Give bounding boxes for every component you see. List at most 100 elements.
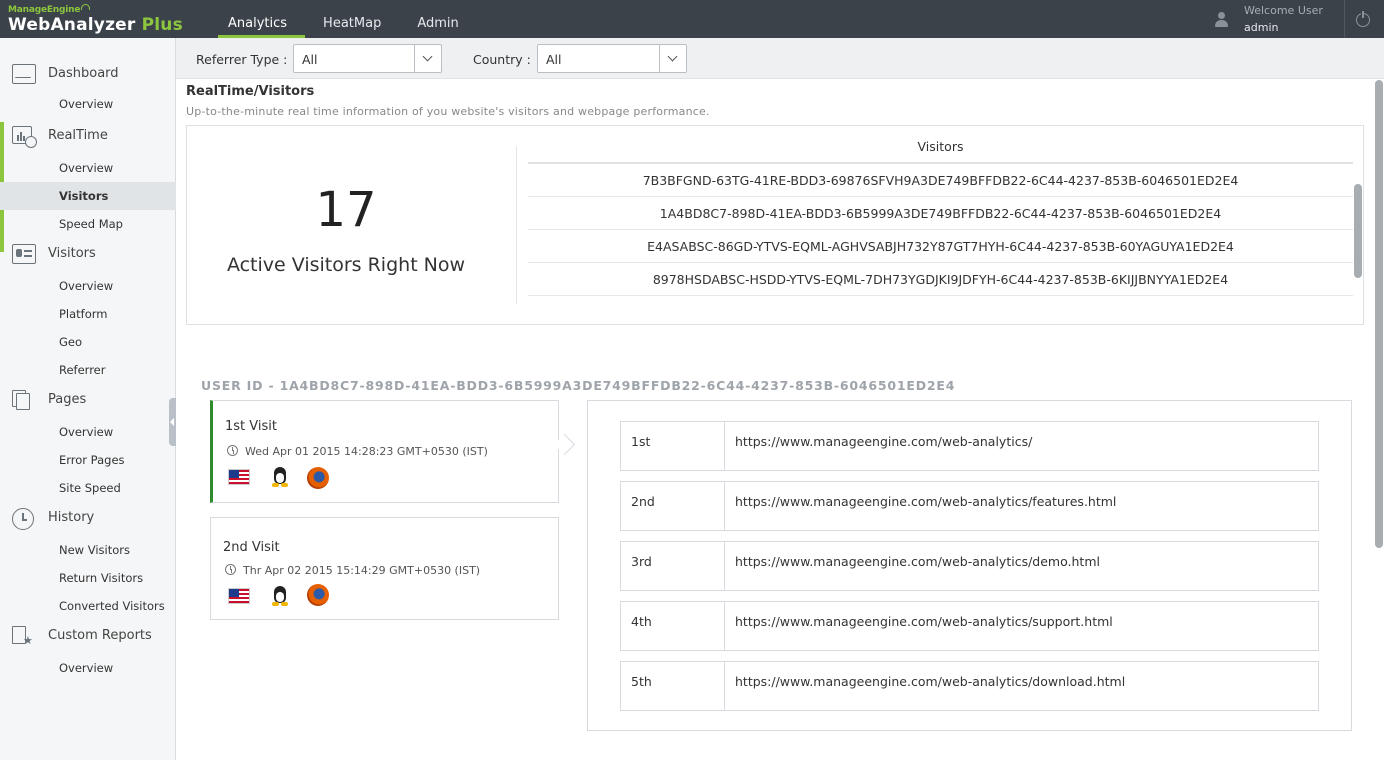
page-url[interactable]: https://www.manageengine.com/web-analyti… xyxy=(735,542,1100,582)
sidebar-item-dashboard[interactable]: Dashboard xyxy=(0,60,176,90)
page-url[interactable]: https://www.manageengine.com/web-analyti… xyxy=(735,482,1116,522)
linux-icon xyxy=(271,586,289,606)
visitor-row[interactable]: E4ASABSC-86GD-YTVS-EQML-AGHVSABJH732Y87G… xyxy=(528,230,1353,263)
firefox-icon xyxy=(307,467,329,489)
page-subtitle: Up-to-the-minute real time information o… xyxy=(186,105,710,118)
product-name: WebAnalyzer Plus xyxy=(8,15,183,35)
visit-card-1[interactable]: 1st Visit Wed Apr 01 2015 14:28:23 GMT+0… xyxy=(210,400,559,503)
sidebar-subitem-realtime-overview[interactable]: Overview xyxy=(0,154,176,182)
sidebar-section-pages: Pages Overview Error Pages Site Speed xyxy=(0,386,176,502)
sidebar-subitem-visitors-overview[interactable]: Overview xyxy=(0,272,176,300)
sidebar-item-pages[interactable]: Pages xyxy=(0,386,176,416)
sidebar-subitem-geo[interactable]: Geo xyxy=(0,328,176,356)
sidebar-subitem-platform[interactable]: Platform xyxy=(0,300,176,328)
visit-card-2[interactable]: 2nd Visit Thr Apr 02 2015 15:14:29 GMT+0… xyxy=(210,517,559,620)
visit-title: 1st Visit xyxy=(225,419,277,434)
sidebar-subitem-dashboard-overview[interactable]: Overview xyxy=(0,90,176,118)
page-order: 1st xyxy=(621,422,725,470)
visited-pages-panel: 1st https://www.manageengine.com/web-ana… xyxy=(587,400,1352,731)
page-row[interactable]: 5th https://www.manageengine.com/web-ana… xyxy=(620,661,1319,711)
history-icon xyxy=(12,508,34,530)
top-bar: ManageEngine WebAnalyzer Plus Analytics … xyxy=(0,0,1384,38)
page-url[interactable]: https://www.manageengine.com/web-analyti… xyxy=(735,422,1032,462)
visit-title: 2nd Visit xyxy=(223,540,280,555)
sidebar-item-visitors[interactable]: Visitors xyxy=(0,240,176,270)
filter-bar: Referrer Type : All Country : All xyxy=(176,38,1384,79)
brand-logo[interactable]: ManageEngine WebAnalyzer Plus xyxy=(8,2,183,36)
page-row[interactable]: 2nd https://www.manageengine.com/web-ana… xyxy=(620,481,1319,531)
page-order: 2nd xyxy=(621,482,725,530)
sidebar-subitem-new-visitors[interactable]: New Visitors xyxy=(0,536,176,564)
visitors-column-header: Visitors xyxy=(528,138,1353,164)
sidebar-item-realtime[interactable]: RealTime xyxy=(0,122,176,152)
sidebar-subitem-pages-overview[interactable]: Overview xyxy=(0,418,176,446)
page-url[interactable]: https://www.manageengine.com/web-analyti… xyxy=(735,602,1113,642)
sidebar-subitem-realtime-visitors[interactable]: Visitors xyxy=(0,182,176,210)
chevron-down-icon xyxy=(414,45,441,72)
sidebar-item-label: Custom Reports xyxy=(48,628,152,643)
realtime-panel: 17 Active Visitors Right Now Visitors 7B… xyxy=(186,125,1364,325)
visitors-icon xyxy=(12,244,36,264)
sidebar-section-dashboard: Dashboard Overview xyxy=(0,60,176,118)
custom-reports-icon: ★ xyxy=(12,626,36,646)
sidebar-item-label: RealTime xyxy=(48,128,108,143)
page-order: 3rd xyxy=(621,542,725,590)
user-id-label: USER ID - 1A4BD8C7-898D-41EA-BDD3-6B5999… xyxy=(201,378,956,393)
tab-analytics[interactable]: Analytics xyxy=(210,0,306,38)
welcome-text: Welcome User xyxy=(1244,4,1323,17)
sidebar-section-realtime: RealTime Overview Visitors Speed Map xyxy=(0,122,176,238)
divider xyxy=(516,146,517,304)
page-row[interactable]: 3rd https://www.manageengine.com/web-ana… xyxy=(620,541,1319,591)
sidebar-subitem-return-visitors[interactable]: Return Visitors xyxy=(0,564,176,592)
tab-heatmap[interactable]: HeatMap xyxy=(305,0,399,38)
sidebar-subitem-referrer[interactable]: Referrer xyxy=(0,356,176,384)
us-flag-icon xyxy=(228,588,250,604)
user-menu[interactable]: Welcome User admin xyxy=(1210,0,1350,38)
username: admin xyxy=(1244,21,1279,34)
divider xyxy=(1344,0,1345,38)
sidebar: Dashboard Overview RealTime Overview Vis… xyxy=(0,38,176,760)
sidebar-subitem-converted-visitors[interactable]: Converted Visitors xyxy=(0,592,176,620)
power-icon[interactable] xyxy=(1356,10,1370,27)
country-label: Country : xyxy=(473,52,531,67)
country-select[interactable]: All xyxy=(537,44,687,73)
visitors-scrollbar[interactable] xyxy=(1354,184,1362,278)
sidebar-subitem-speed-map[interactable]: Speed Map xyxy=(0,210,176,238)
sidebar-subitem-custom-overview[interactable]: Overview xyxy=(0,654,176,682)
sidebar-item-custom-reports[interactable]: ★ Custom Reports xyxy=(0,622,176,652)
page-title: RealTime/Visitors xyxy=(186,84,315,99)
country-value: All xyxy=(546,52,562,67)
clock-icon xyxy=(227,445,238,456)
page-row[interactable]: 1st https://www.manageengine.com/web-ana… xyxy=(620,421,1319,471)
sidebar-item-history[interactable]: History xyxy=(0,504,176,534)
sidebar-subitem-error-pages[interactable]: Error Pages xyxy=(0,446,176,474)
page-row[interactable]: 4th https://www.manageengine.com/web-ana… xyxy=(620,601,1319,651)
sidebar-subitem-site-speed[interactable]: Site Speed xyxy=(0,474,176,502)
tab-admin[interactable]: Admin xyxy=(399,0,476,38)
visitor-row[interactable]: 7B3BFGND-63TG-41RE-BDD3-69876SFVH9A3DE74… xyxy=(528,164,1353,197)
chevron-down-icon xyxy=(659,45,686,72)
page-order: 5th xyxy=(621,662,725,710)
page-url[interactable]: https://www.manageengine.com/web-analyti… xyxy=(735,662,1125,702)
referrer-type-value: All xyxy=(302,52,318,67)
active-visitors-count: 17 xyxy=(315,182,377,238)
main-scrollbar[interactable] xyxy=(1375,80,1383,548)
us-flag-icon xyxy=(228,469,250,485)
sidebar-collapse-handle[interactable] xyxy=(169,398,176,446)
referrer-type-select[interactable]: All xyxy=(293,44,442,73)
visitor-row[interactable]: 8978HSDABSC-HSDD-YTVS-EQML-7DH73YGDJKI9J… xyxy=(528,263,1353,296)
referrer-type-label: Referrer Type : xyxy=(196,52,288,67)
realtime-icon xyxy=(12,126,37,148)
sidebar-section-visitors: Visitors Overview Platform Geo Referrer xyxy=(0,240,176,384)
firefox-icon xyxy=(307,584,329,606)
sidebar-section-history: History New Visitors Return Visitors Con… xyxy=(0,504,176,620)
clock-icon xyxy=(225,564,236,575)
company-name: ManageEngine xyxy=(8,4,91,15)
sidebar-item-label: History xyxy=(48,510,95,525)
sidebar-item-label: Dashboard xyxy=(48,66,119,81)
visit-datetime: Thr Apr 02 2015 15:14:29 GMT+0530 (IST) xyxy=(225,564,480,577)
sidebar-item-label: Pages xyxy=(48,392,87,407)
sidebar-item-label: Visitors xyxy=(48,246,96,261)
visitor-row[interactable]: 1A4BD8C7-898D-41EA-BDD3-6B5999A3DE749BFF… xyxy=(528,197,1353,230)
visit-datetime: Wed Apr 01 2015 14:28:23 GMT+0530 (IST) xyxy=(227,445,488,458)
